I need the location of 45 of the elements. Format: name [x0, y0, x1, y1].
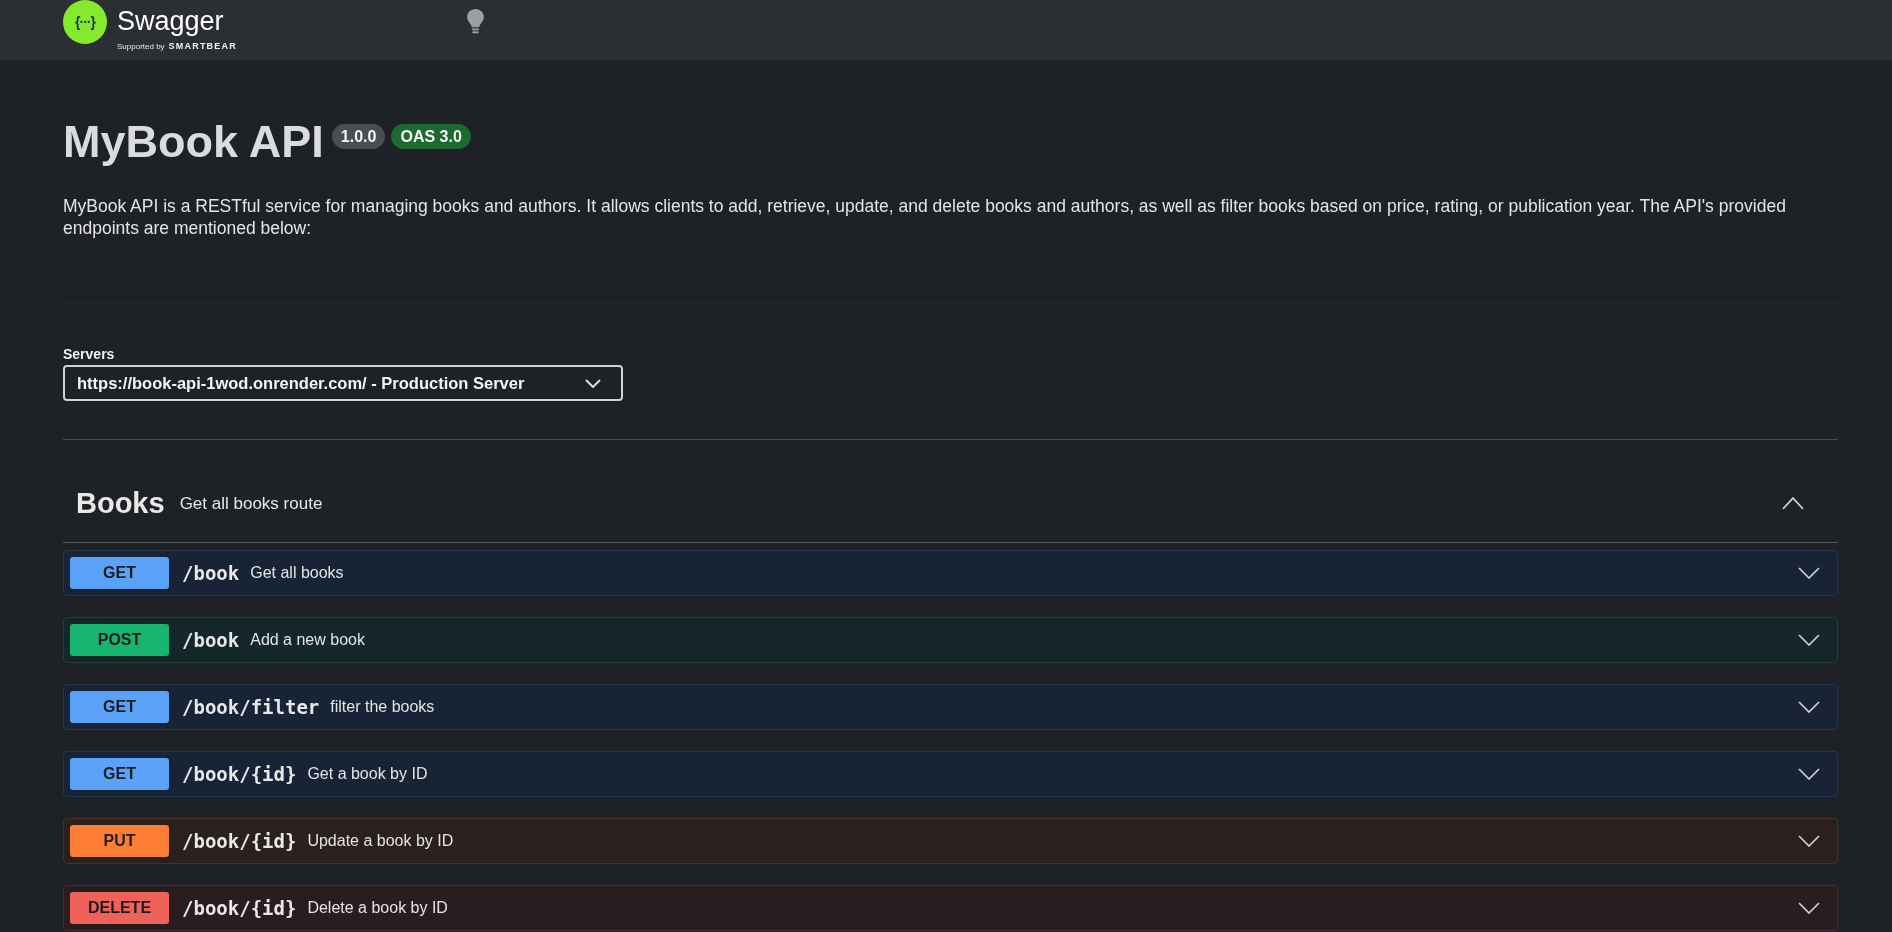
endpoint-path: /book/{id} [182, 897, 297, 920]
swagger-logo-mark[interactable]: {···} [63, 0, 107, 44]
version-tag: 1.0.0 [331, 124, 386, 149]
operation-row[interactable]: POST /book Add a new book [63, 617, 1838, 664]
http-method-tag: DELETE [70, 892, 169, 925]
http-method-tag: GET [70, 557, 169, 590]
endpoint-summary: Update a book by ID [307, 832, 455, 851]
endpoint-summary: filter the books [330, 698, 436, 717]
http-method-tag: PUT [70, 825, 169, 858]
endpoint-path: /book/filter [182, 696, 320, 719]
http-method-tag: POST [70, 624, 169, 657]
api-title: MyBook API [63, 117, 324, 167]
operation-row[interactable]: PUT /book/{id} Update a book by ID [63, 818, 1838, 865]
tagline-text: Supported by [117, 42, 165, 51]
server-select[interactable]: https://book-api-1wod.onrender.com/ - Production Server [63, 365, 623, 402]
operation-row[interactable]: GET /book/filter filter the books [63, 684, 1838, 731]
endpoint-path: /book/{id} [182, 830, 297, 853]
endpoint-path: /book [182, 562, 240, 585]
endpoint-summary: Get a book by ID [307, 765, 429, 784]
chevron-down-icon[interactable] [1798, 701, 1820, 714]
chevron-down-icon[interactable] [1798, 768, 1820, 781]
endpoint-path: /book/{id} [182, 763, 297, 786]
operation-row[interactable]: DELETE /book/{id} Delete a book by ID [63, 885, 1838, 932]
operation-row[interactable]: GET /book/{id} Get a book by ID [63, 751, 1838, 798]
chevron-down-icon[interactable] [1798, 835, 1820, 848]
http-method-tag: GET [70, 758, 169, 791]
api-description: MyBook API is a RESTful service for managing books and authors. It allows clients to add, retrieve, update, and delete books and authors, as well as filter books based on price, rating, or publication year. The API's provided endpoints are mentioned below: [63, 196, 1787, 240]
spec-version-tag: OAS 3.0 [391, 124, 471, 149]
chevron-down-icon [585, 378, 601, 388]
endpoint-path: /book [182, 629, 240, 652]
endpoint-summary: Delete a book by ID [307, 899, 449, 918]
servers-label: Servers [63, 346, 116, 363]
logo-wordmark[interactable]: Swagger [117, 4, 237, 38]
lightbulb-icon[interactable] [465, 8, 485, 34]
endpoint-summary: Get all books [250, 564, 345, 583]
endpoint-summary: Add a new book [250, 631, 366, 650]
chevron-down-icon[interactable] [1798, 634, 1820, 647]
chevron-down-icon[interactable] [1798, 567, 1820, 580]
http-method-tag: GET [70, 691, 169, 724]
tag-description: Get all books route [179, 493, 324, 514]
operation-row[interactable]: GET /book Get all books [63, 550, 1838, 597]
tag-title[interactable]: Books [76, 487, 165, 521]
chevron-down-icon[interactable] [1798, 902, 1820, 915]
brand-name: SMARTBEAR [168, 41, 237, 51]
chevron-up-icon[interactable] [1782, 497, 1804, 511]
